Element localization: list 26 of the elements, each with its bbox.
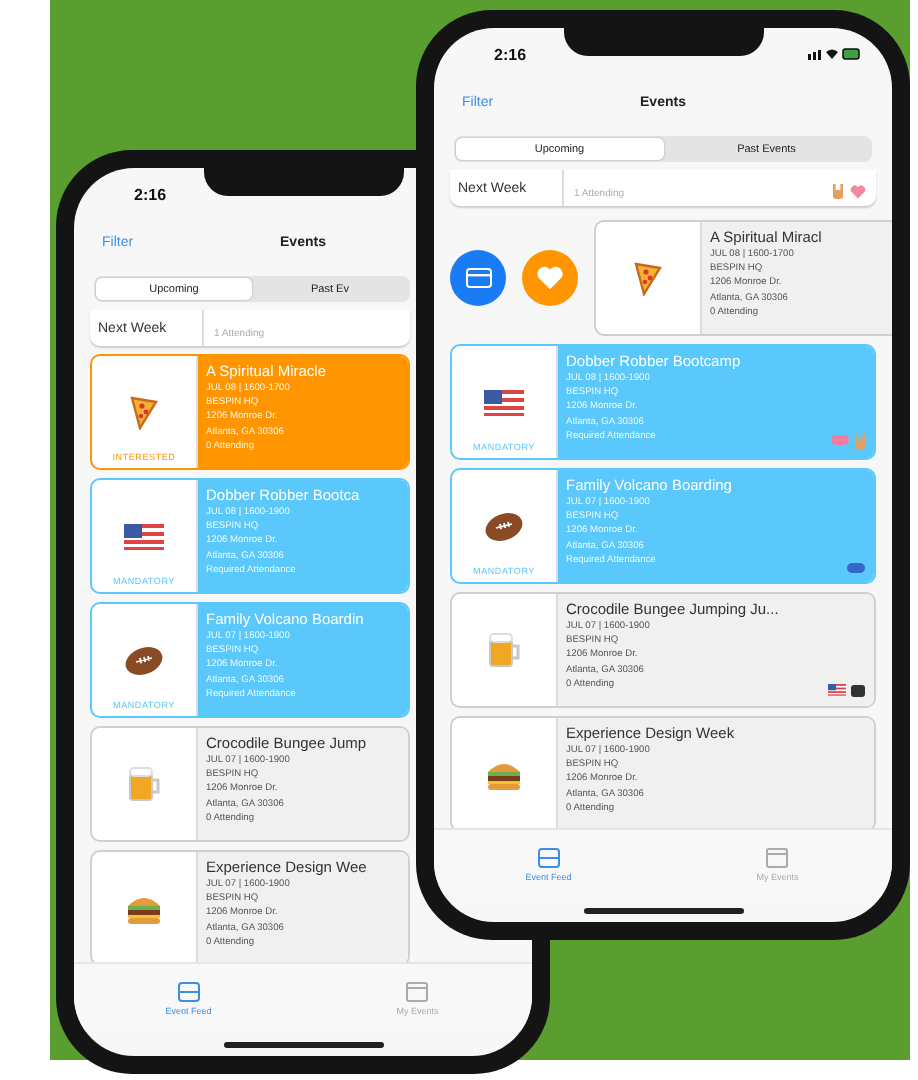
status-icons-drawing bbox=[808, 48, 860, 60]
flag-icon bbox=[828, 684, 846, 696]
pizza-icon bbox=[632, 260, 664, 296]
gamepad-icon bbox=[850, 684, 866, 698]
hand-icon bbox=[832, 184, 844, 200]
hand-icon bbox=[854, 434, 866, 450]
favorite-button[interactable] bbox=[522, 250, 578, 306]
calendar-icon bbox=[406, 981, 429, 1001]
heart-icon bbox=[850, 184, 866, 200]
add-to-calendar-button[interactable] bbox=[450, 250, 506, 306]
status-time: 2:16 bbox=[134, 185, 167, 203]
heart-icon bbox=[536, 264, 564, 292]
beer-mug-icon bbox=[127, 766, 161, 802]
pill-icon bbox=[846, 562, 866, 574]
pill-icon bbox=[830, 434, 850, 446]
beer-mug-icon bbox=[487, 632, 521, 668]
feed-icon bbox=[177, 981, 200, 1001]
status-time: 2:16 bbox=[494, 45, 527, 63]
feed-icon bbox=[537, 847, 560, 867]
football-icon bbox=[484, 511, 524, 541]
card-icon bbox=[465, 268, 491, 288]
flag-icon bbox=[124, 523, 164, 549]
football-icon bbox=[124, 645, 164, 675]
calendar-icon bbox=[766, 847, 789, 867]
pizza-icon bbox=[128, 394, 160, 430]
flag-icon bbox=[484, 389, 524, 415]
